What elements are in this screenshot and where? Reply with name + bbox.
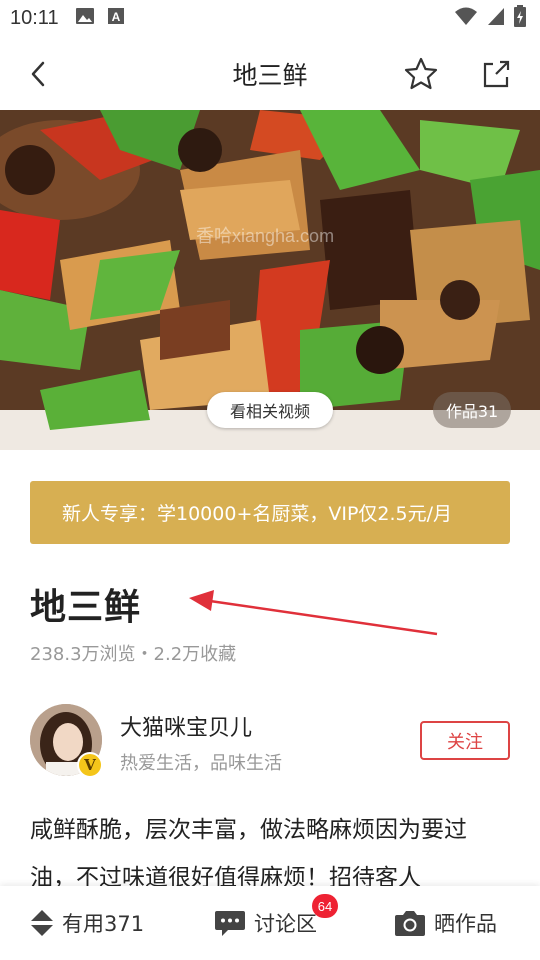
author-name[interactable]: 大猫咪宝贝儿 xyxy=(120,710,252,742)
discussion-count-badge: 64 xyxy=(312,894,338,918)
bottom-action-bar: 有用371 讨论区 晒作品 xyxy=(0,886,540,960)
author-bio: 热爱生活，品味生活 xyxy=(120,753,282,774)
post-work-label: 晒作品 xyxy=(434,912,497,936)
discussion-label: 讨论区 xyxy=(254,912,317,936)
signal-icon xyxy=(486,6,506,30)
battery-icon xyxy=(514,5,526,31)
gallery-icon xyxy=(75,7,95,29)
page-title: 地三鲜 xyxy=(232,61,308,90)
chat-icon xyxy=(215,911,245,936)
useful-button[interactable]: 有用371 xyxy=(30,886,144,960)
works-count-badge[interactable]: 作品31 xyxy=(433,392,511,428)
vip-promo-banner[interactable]: 新人专享：学10000+名厨菜，VIP仅2.5元/月 xyxy=(30,481,510,544)
follow-button[interactable]: 关注 xyxy=(420,721,510,760)
recipe-description: 咸鲜酥脆，层次丰富，做法略麻烦因为要过油，不过味道很好值得麻烦！招待客人 xyxy=(30,817,467,890)
font-a-icon: A xyxy=(107,7,125,29)
discussion-button[interactable]: 讨论区 xyxy=(214,886,317,960)
related-video-button[interactable]: 看相关视频 xyxy=(207,392,333,428)
nav-bar: 地三鲜 xyxy=(0,36,540,110)
svg-text:A: A xyxy=(111,10,120,24)
recipe-title: 地三鲜 xyxy=(30,587,142,628)
useful-label: 有用371 xyxy=(62,912,145,936)
vote-icon xyxy=(31,910,53,936)
recipe-stats: 238.3万浏览・2.2万收藏 xyxy=(30,644,237,665)
back-button[interactable] xyxy=(22,56,54,92)
share-icon xyxy=(483,60,510,88)
camera-icon xyxy=(395,911,425,936)
watermark: 香哈xiangha.com xyxy=(196,226,335,246)
favorite-button[interactable] xyxy=(403,56,439,92)
status-bar: 10:11 A xyxy=(0,0,540,36)
vip-badge: V xyxy=(77,752,103,778)
chevron-left-icon xyxy=(31,61,45,87)
star-icon xyxy=(404,57,438,90)
status-time: 10:11 xyxy=(10,6,59,29)
wifi-icon xyxy=(454,6,478,30)
share-button[interactable] xyxy=(478,56,514,92)
post-work-button[interactable]: 晒作品 xyxy=(394,886,497,960)
